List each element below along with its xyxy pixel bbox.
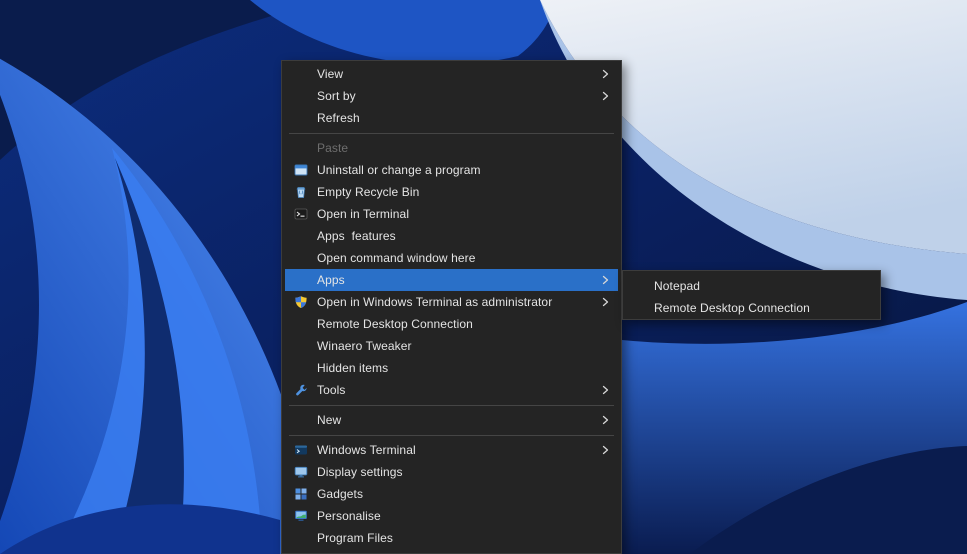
menu-item-label: New: [317, 413, 594, 427]
uninstall-icon: [294, 163, 317, 177]
submenu-item-remote-desktop-connection[interactable]: Remote Desktop Connection: [626, 297, 877, 319]
chevron-right-icon: [602, 69, 609, 79]
menu-item-open-in-windows-terminal-as-administrator[interactable]: Open in Windows Terminal as administrato…: [285, 291, 618, 313]
menu-item-label: View: [317, 67, 594, 81]
menu-item-sort-by[interactable]: Sort by: [285, 85, 618, 107]
menu-item-open-command-window-here[interactable]: Open command window here: [285, 247, 618, 269]
desktop: View Sort by Refresh Paste Uninstall or chan…: [0, 0, 967, 554]
menu-item-label: Open command window here: [317, 251, 609, 265]
tools-icon: [294, 383, 317, 397]
menu-item-label: Paste: [317, 141, 609, 155]
menu-item-label: Apps: [317, 273, 594, 287]
menu-item-tools[interactable]: Tools: [285, 379, 618, 401]
menu-item-apps[interactable]: Apps: [285, 269, 618, 291]
menu-separator: [285, 401, 618, 409]
menu-item-remote-desktop-connection[interactable]: Remote Desktop Connection: [285, 313, 618, 335]
submenu-item-notepad[interactable]: Notepad: [626, 275, 877, 297]
recycle-bin-icon: [294, 185, 317, 199]
admin-shield-icon: [294, 295, 317, 309]
personalise-icon: [294, 509, 317, 523]
menu-item-label: Apps features: [317, 229, 609, 243]
menu-item-label: Display settings: [317, 465, 609, 479]
menu-item-label: Tools: [317, 383, 594, 397]
menu-item-label: Open in Windows Terminal as administrato…: [317, 295, 594, 309]
menu-item-uninstall-or-change-a-program[interactable]: Uninstall or change a program: [285, 159, 618, 181]
menu-separator: [285, 129, 618, 137]
menu-item-display-settings[interactable]: Display settings: [285, 461, 618, 483]
chevron-right-icon: [602, 385, 609, 395]
menu-item-windows-terminal[interactable]: Windows Terminal: [285, 439, 618, 461]
context-menu: View Sort by Refresh Paste Uninstall or chan…: [281, 60, 622, 554]
menu-item-label: Remote Desktop Connection: [654, 301, 868, 315]
gadgets-icon: [294, 487, 317, 501]
apps-submenu: Notepad Remote Desktop Connection: [622, 270, 881, 320]
menu-item-paste: Paste: [285, 137, 618, 159]
menu-item-label: Sort by: [317, 89, 594, 103]
menu-item-label: Gadgets: [317, 487, 609, 501]
menu-item-label: Empty Recycle Bin: [317, 185, 609, 199]
menu-item-apps-features[interactable]: Apps features: [285, 225, 618, 247]
display-settings-icon: [294, 465, 317, 479]
menu-item-label: Windows Terminal: [317, 443, 594, 457]
menu-item-gadgets[interactable]: Gadgets: [285, 483, 618, 505]
menu-item-view[interactable]: View: [285, 63, 618, 85]
chevron-right-icon: [602, 91, 609, 101]
chevron-right-icon: [602, 445, 609, 455]
menu-item-label: Program Files: [317, 531, 609, 545]
menu-item-label: Open in Terminal: [317, 207, 609, 221]
menu-item-open-in-terminal[interactable]: Open in Terminal: [285, 203, 618, 225]
menu-item-label: Remote Desktop Connection: [317, 317, 609, 331]
menu-item-label: Notepad: [654, 279, 868, 293]
menu-item-refresh[interactable]: Refresh: [285, 107, 618, 129]
menu-item-label: Personalise: [317, 509, 609, 523]
chevron-right-icon: [602, 415, 609, 425]
menu-item-label: Refresh: [317, 111, 609, 125]
menu-item-hidden-items[interactable]: Hidden items: [285, 357, 618, 379]
menu-item-label: Hidden items: [317, 361, 609, 375]
chevron-right-icon: [602, 275, 609, 285]
menu-separator: [285, 431, 618, 439]
windows-terminal-icon: [294, 443, 317, 457]
menu-item-personalise[interactable]: Personalise: [285, 505, 618, 527]
menu-item-label: Winaero Tweaker: [317, 339, 609, 353]
menu-item-label: Uninstall or change a program: [317, 163, 609, 177]
menu-item-new[interactable]: New: [285, 409, 618, 431]
menu-item-winaero-tweaker[interactable]: Winaero Tweaker: [285, 335, 618, 357]
terminal-icon: [294, 207, 317, 221]
menu-item-empty-recycle-bin[interactable]: Empty Recycle Bin: [285, 181, 618, 203]
chevron-right-icon: [602, 297, 609, 307]
menu-item-program-files[interactable]: Program Files: [285, 527, 618, 549]
